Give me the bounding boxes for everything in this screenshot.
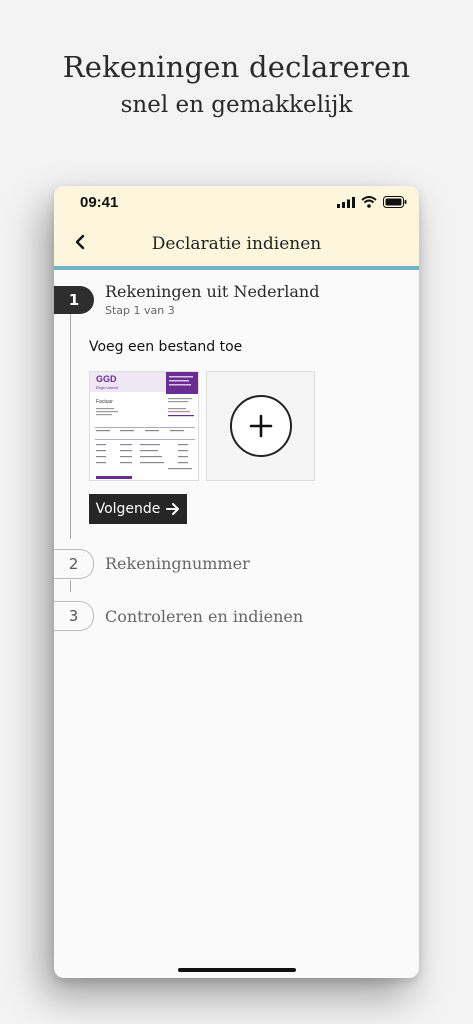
next-button-label: Volgende	[95, 501, 161, 517]
step-subtitle: Stap 1 van 3	[105, 304, 175, 317]
thumb-logo-sub: Regio Utrecht	[96, 386, 118, 390]
status-icons	[337, 196, 407, 208]
status-time: 09:41	[80, 194, 119, 211]
wifi-icon	[361, 196, 377, 208]
arrow-right-icon	[166, 503, 180, 515]
plus-icon	[249, 414, 272, 438]
add-file-label: Voeg een bestand toe	[89, 339, 243, 355]
step-title-2[interactable]: Rekeningnummer	[105, 554, 250, 573]
thumb-logo: GGD	[96, 374, 117, 384]
add-circle	[229, 395, 292, 457]
timeline-line	[70, 313, 71, 539]
home-indicator[interactable]	[178, 968, 296, 972]
thumb-heading: Factuur	[96, 399, 113, 405]
top-bar: 09:41 Declaratie indienen	[54, 186, 419, 268]
step-badge-2[interactable]: 2	[54, 549, 94, 579]
timeline-line	[70, 580, 71, 592]
signal-icon	[337, 196, 355, 208]
step-badge-3[interactable]: 3	[54, 601, 94, 631]
battery-icon	[383, 196, 407, 208]
next-button[interactable]: Volgende	[89, 494, 187, 524]
hero-subtitle: snel en gemakkelijk	[120, 92, 353, 118]
step-title-3[interactable]: Controleren en indienen	[105, 607, 303, 626]
accent-line	[54, 266, 419, 270]
page-title: Declaratie indienen	[151, 234, 322, 254]
add-file-button[interactable]	[206, 371, 315, 481]
invoice-preview: GGD Regio Utrecht Factuur	[90, 372, 198, 479]
phone-screen: 09:41 Declaratie indienen 1 Rekeningen u…	[54, 186, 419, 978]
hero-header: Rekeningen declareren snel en gemakkelij…	[0, 0, 473, 180]
hero-title: Rekeningen declareren	[62, 50, 411, 84]
uploaded-document-thumbnail[interactable]: GGD Regio Utrecht Factuur	[89, 371, 199, 481]
step-badge-1: 1	[54, 286, 94, 314]
step-title-1: Rekeningen uit Nederland	[105, 282, 320, 301]
